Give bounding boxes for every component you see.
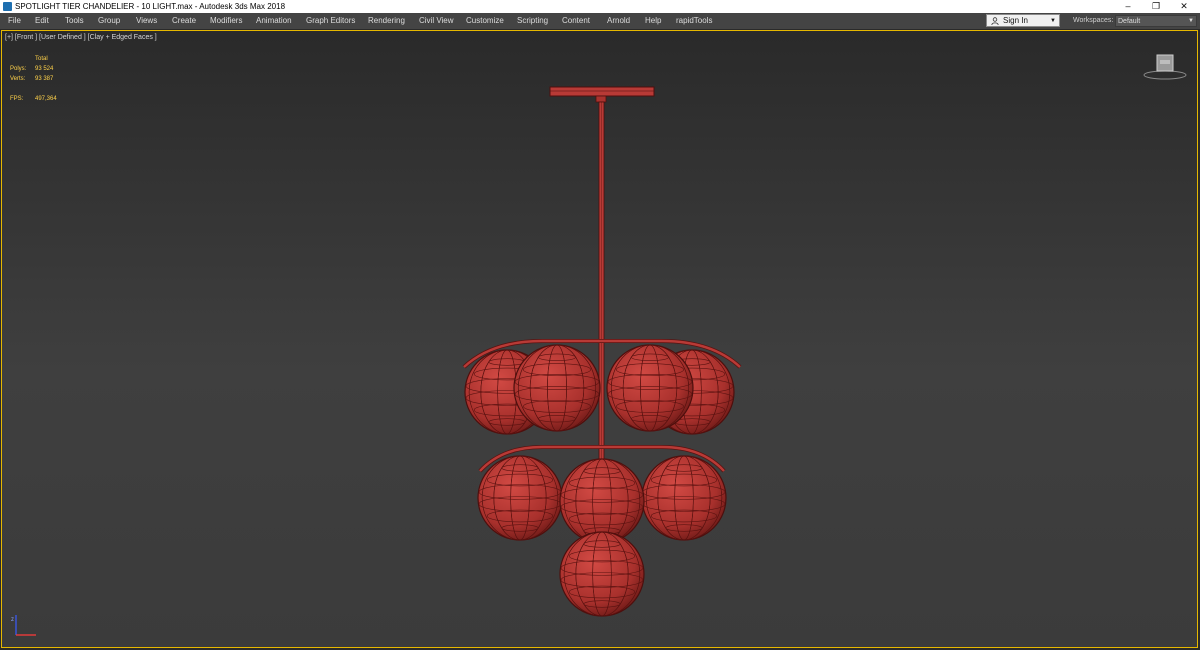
title-bar: SPOTLIGHT TIER CHANDELIER - 10 LIGHT.max… xyxy=(0,0,1200,13)
menu-create[interactable]: Create xyxy=(172,13,196,29)
globe xyxy=(513,344,601,432)
workspaces-value: Default xyxy=(1118,18,1141,25)
menu-group[interactable]: Group xyxy=(98,13,120,29)
front-viewport[interactable]: [+] [Front ] [User Defined ] [Clay + Edg… xyxy=(1,30,1198,648)
ceiling-canopy xyxy=(549,86,655,103)
globe xyxy=(641,455,727,541)
globe xyxy=(606,344,694,432)
menu-animation[interactable]: Animation xyxy=(256,13,292,29)
menu-file[interactable]: File xyxy=(8,13,21,29)
menu-arnold[interactable]: Arnold xyxy=(607,13,630,29)
window-title: SPOTLIGHT TIER CHANDELIER - 10 LIGHT.max… xyxy=(15,2,286,11)
menu-civil-view[interactable]: Civil View xyxy=(419,13,454,29)
close-button[interactable]: ✕ xyxy=(1170,0,1198,13)
central-rod xyxy=(598,101,605,463)
app-logo-icon xyxy=(3,2,12,11)
menu-help[interactable]: Help xyxy=(645,13,661,29)
axis-tripod-icon: z xyxy=(11,615,36,636)
menu-edit[interactable]: Edit xyxy=(35,13,49,29)
workspaces-select[interactable]: Default ▼ xyxy=(1115,15,1197,27)
svg-text:z: z xyxy=(11,617,14,623)
workspaces-label: Workspaces: xyxy=(1073,17,1114,24)
menu-views[interactable]: Views xyxy=(136,13,157,29)
menu-scripting[interactable]: Scripting xyxy=(517,13,548,29)
sign-in-dropdown[interactable]: Sign In ▼ xyxy=(986,14,1060,27)
menu-content[interactable]: Content xyxy=(562,13,590,29)
chevron-down-icon: ▼ xyxy=(1050,18,1056,24)
menu-customize[interactable]: Customize xyxy=(466,13,504,29)
menu-rendering[interactable]: Rendering xyxy=(368,13,405,29)
user-icon xyxy=(991,17,999,25)
sign-in-label: Sign In xyxy=(1003,16,1028,25)
globe xyxy=(559,458,645,544)
menu-modifiers[interactable]: Modifiers xyxy=(210,13,242,29)
app-window: SPOTLIGHT TIER CHANDELIER - 10 LIGHT.max… xyxy=(0,0,1200,650)
chevron-down-icon: ▼ xyxy=(1188,18,1194,24)
menu-tools[interactable]: Tools xyxy=(65,13,84,29)
menu-rapidtools[interactable]: rapidTools xyxy=(676,13,712,29)
globe xyxy=(477,455,563,541)
menu-graph-editors[interactable]: Graph Editors xyxy=(306,13,355,29)
menu-bar: File Edit Tools Group Views Create Modif… xyxy=(0,13,1200,30)
globes-group xyxy=(464,344,735,617)
minimize-button[interactable]: – xyxy=(1114,0,1142,13)
maximize-button[interactable]: ❐ xyxy=(1142,0,1170,13)
chandelier-model[interactable] xyxy=(2,31,1198,648)
globe xyxy=(559,531,645,617)
